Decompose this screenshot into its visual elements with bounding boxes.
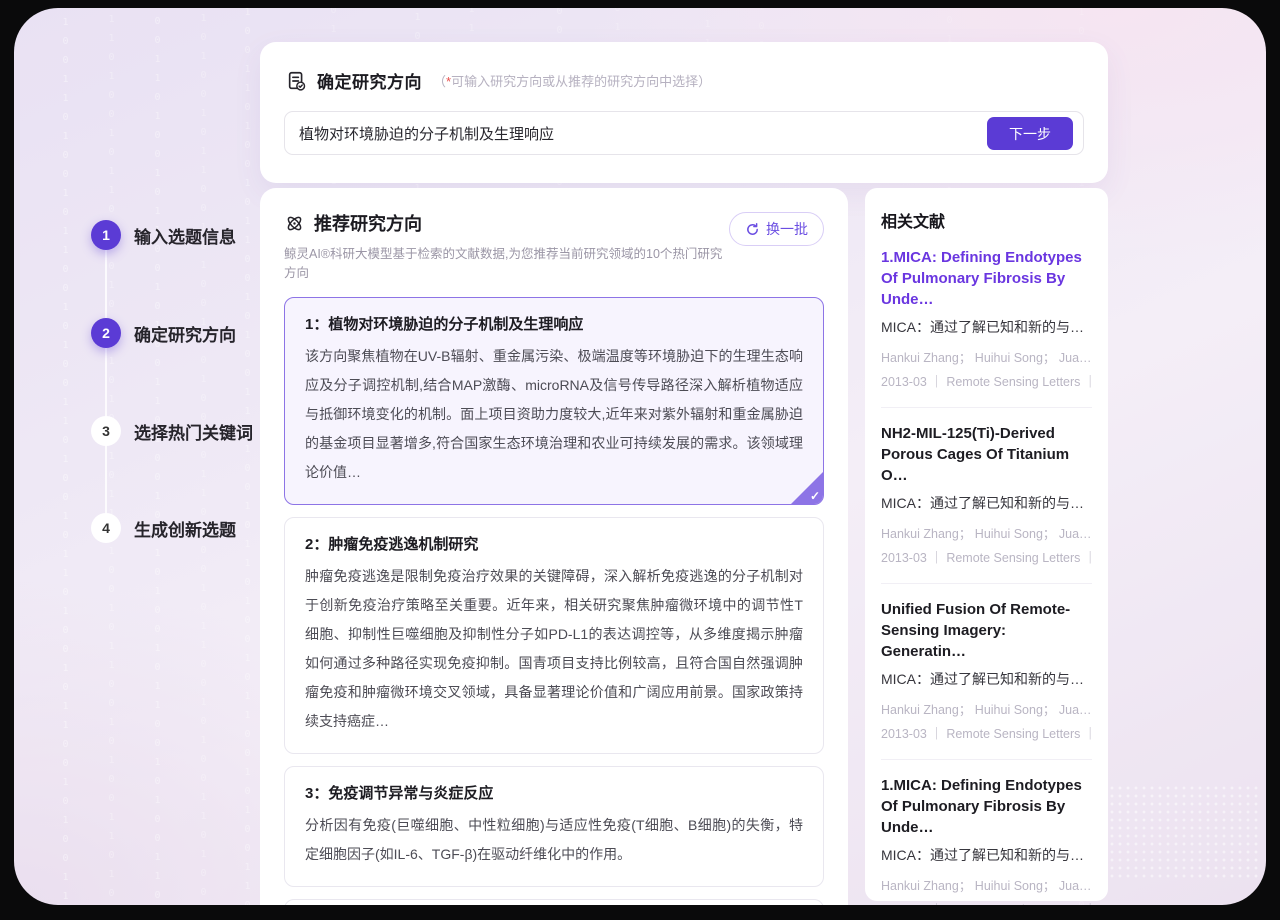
step-number-badge: 1 (91, 220, 121, 250)
refresh-icon (745, 222, 760, 237)
literature-panel-title: 相关文献 (881, 208, 1092, 232)
literature-authors: Hankui Zhang； Huihui Song； Jua… (881, 347, 1092, 366)
step-number-badge: 3 (91, 416, 121, 446)
atom-icon (284, 213, 305, 234)
check-icon: ✓ (810, 489, 820, 503)
hint-text: 可输入研究方向或从推荐的研究方向中选择） (451, 74, 711, 89)
literature-meta: 2013-03 ｜ Remote Sensing Letters ｜ (881, 371, 1092, 390)
step-label: 确定研究方向 (134, 321, 236, 346)
literature-item-4[interactable]: 1.MICA: Defining Endotypes Of Pulmonary … (881, 760, 1092, 905)
binary-decor: 0100110100101100101001101001011010010110… (242, 8, 253, 905)
step-item-confirm-direction[interactable]: 2 确定研究方向 (91, 318, 236, 348)
recommended-directions-header: 推荐研究方向 鲸灵AI®科研大模型基于检索的文献数据,为您推荐当前研究领域的10… (284, 210, 824, 281)
direction-card-title: 3：免疫调节异常与炎症反应 (305, 782, 803, 803)
literature-title-link[interactable]: Unified Fusion Of Remote-Sensing Imagery… (881, 599, 1092, 662)
step-number-badge: 4 (91, 513, 121, 543)
literature-description: MICA：通过了解已知和新的与… (881, 317, 1092, 337)
literature-meta: 2013-03 ｜ Remote Sensing Letters ｜ (881, 547, 1092, 566)
literature-description: MICA：通过了解已知和新的与… (881, 845, 1092, 865)
recommended-title-block: 推荐研究方向 鲸灵AI®科研大模型基于检索的文献数据,为您推荐当前研究领域的10… (284, 210, 729, 281)
literature-item-3[interactable]: Unified Fusion Of Remote-Sensing Imagery… (881, 584, 1092, 760)
binary-decor: 0100110100101100101001101001011010010110… (152, 8, 163, 905)
literature-description: MICA：通过了解已知和新的与… (881, 669, 1092, 689)
literature-title-link[interactable]: 1.MICA: Defining Endotypes Of Pulmonary … (881, 775, 1092, 838)
steps-connector-line (105, 235, 107, 528)
step-label: 输入选题信息 (134, 223, 236, 248)
recommended-directions-panel: 推荐研究方向 鲸灵AI®科研大模型基于检索的文献数据,为您推荐当前研究领域的10… (260, 188, 848, 905)
panel-title: 推荐研究方向 (314, 210, 422, 236)
hint-open: （ (433, 74, 446, 89)
section-hint: （*可输入研究方向或从推荐的研究方向中选择） (433, 71, 711, 90)
step-label: 选择热门关键词 (134, 419, 253, 444)
step-item-generate-topic[interactable]: 4 生成创新选题 (91, 513, 236, 543)
direction-card-list: 1：植物对环境胁迫的分子机制及生理响应 该方向聚焦植物在UV-B辐射、重金属污染… (284, 297, 824, 905)
step-item-select-keywords[interactable]: 3 选择热门关键词 (91, 416, 253, 446)
literature-meta: 2013-03 ｜ Remote Sensing Letters ｜ (881, 899, 1092, 905)
step-item-input-topic[interactable]: 1 输入选题信息 (91, 220, 236, 250)
literature-meta: 2013-03 ｜ Remote Sensing Letters ｜ (881, 723, 1092, 742)
literature-title-link[interactable]: NH2-MIL-125(Ti)-Derived Porous Cages Of … (881, 423, 1092, 486)
research-direction-card: 确定研究方向 （*可输入研究方向或从推荐的研究方向中选择） 下一步 (260, 42, 1108, 183)
literature-title-link[interactable]: 1.MICA: Defining Endotypes Of Pulmonary … (881, 247, 1092, 310)
related-literature-panel: 相关文献 1.MICA: Defining Endotypes Of Pulmo… (865, 188, 1108, 901)
next-step-button[interactable]: 下一步 (987, 117, 1073, 150)
refresh-label: 换一批 (766, 219, 808, 239)
binary-decor: 0100110100101100101001101001011010010110… (106, 8, 117, 905)
literature-authors: Hankui Zhang； Huihui Song； Jua… (881, 875, 1092, 894)
direction-card-body: 该方向聚焦植物在UV-B辐射、重金属污染、极端温度等环境胁迫下的生理生态响应及分… (305, 342, 803, 487)
research-direction-header: 确定研究方向 （*可输入研究方向或从推荐的研究方向中选择） (286, 68, 711, 93)
literature-description: MICA：通过了解已知和新的与… (881, 493, 1092, 513)
binary-decor: 0100110100101100101001101001011010010110… (198, 8, 209, 905)
direction-card-body: 肿瘤免疫逃逸是限制免疫治疗效果的关键障碍，深入解析免疫逃逸的分子机制对于创新免疫… (305, 562, 803, 736)
direction-card-title: 1：植物对环境胁迫的分子机制及生理响应 (305, 313, 803, 334)
binary-decor: 0100110100101100101001101001011010010110… (60, 8, 71, 905)
step-label: 生成创新选题 (134, 516, 236, 541)
refresh-batch-button[interactable]: 换一批 (729, 212, 824, 246)
direction-card-body: 分析因有免疫(巨噬细胞、中性粒细胞)与适应性免疫(T细胞、B细胞)的失衡，特定细… (305, 811, 803, 869)
literature-item-1[interactable]: 1.MICA: Defining Endotypes Of Pulmonary … (881, 232, 1092, 408)
literature-authors: Hankui Zhang； Huihui Song； Jua… (881, 523, 1092, 542)
direction-card-3[interactable]: 3：免疫调节异常与炎症反应 分析因有免疫(巨噬细胞、中性粒细胞)与适应性免疫(T… (284, 766, 824, 887)
direction-card-4[interactable]: 4：肿瘤免疫逃逸机制研究 肿瘤免疫逃逸是限制免疫治疗效果的关键障碍，深入解析免疫… (284, 899, 824, 905)
direction-input[interactable] (285, 112, 1083, 154)
direction-input-wrapper: 下一步 (284, 111, 1084, 155)
direction-card-1-selected[interactable]: 1：植物对环境胁迫的分子机制及生理响应 该方向聚焦植物在UV-B辐射、重金属污染… (284, 297, 824, 505)
panel-subtitle: 鲸灵AI®科研大模型基于检索的文献数据,为您推荐当前研究领域的10个热门研究方向 (284, 243, 729, 281)
step-number-badge: 2 (91, 318, 121, 348)
app-canvas: 0100110100101100101001101001011010010110… (14, 8, 1266, 905)
direction-card-2[interactable]: 2：肿瘤免疫逃逸机制研究 肿瘤免疫逃逸是限制免疫治疗效果的关键障碍，深入解析免疫… (284, 517, 824, 754)
section-title: 确定研究方向 (317, 68, 422, 93)
literature-item-2[interactable]: NH2-MIL-125(Ti)-Derived Porous Cages Of … (881, 408, 1092, 584)
direction-card-title: 2：肿瘤免疫逃逸机制研究 (305, 533, 803, 554)
document-check-icon (286, 70, 308, 92)
literature-authors: Hankui Zhang； Huihui Song； Jua… (881, 699, 1092, 718)
